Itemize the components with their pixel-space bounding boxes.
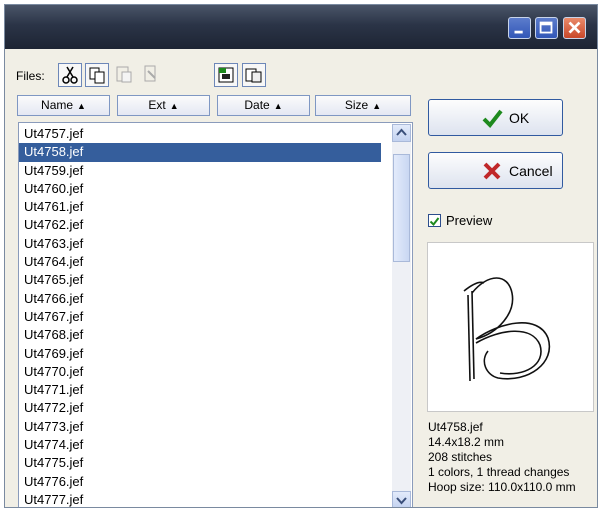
cut-icon <box>62 66 78 84</box>
list-item[interactable]: Ut4771.jef <box>19 381 381 399</box>
preview-info: Ut4758.jef 14.4x18.2 mm 208 stitches 1 c… <box>428 420 576 495</box>
scroll-up-button[interactable] <box>392 124 411 142</box>
x-mark-icon <box>483 162 501 180</box>
cancel-label: Cancel <box>509 163 553 179</box>
paste-button[interactable] <box>113 63 137 87</box>
info-colors: 1 colors, 1 thread changes <box>428 465 570 479</box>
list-item[interactable]: Ut4766.jef <box>19 290 381 308</box>
column-header-date[interactable]: Date ▲ <box>217 95 310 116</box>
column-header-ext[interactable]: Ext ▲ <box>117 95 210 116</box>
list-item[interactable]: Ut4768.jef <box>19 326 381 344</box>
embroidery-design-image <box>463 277 551 382</box>
chevron-up-icon <box>396 128 407 136</box>
list-item[interactable]: Ut4774.jef <box>19 436 381 454</box>
list-item[interactable]: Ut4776.jef <box>19 473 381 491</box>
vertical-scrollbar[interactable] <box>392 124 411 507</box>
column-header-size[interactable]: Size ▲ <box>315 95 411 116</box>
list-item[interactable]: Ut4775.jef <box>19 454 381 472</box>
checkmark-icon <box>429 217 440 227</box>
sort-ascending-icon: ▲ <box>169 101 179 111</box>
sort-ascending-icon: ▲ <box>372 101 382 111</box>
minimize-icon <box>514 30 523 34</box>
paste-icon <box>116 66 132 83</box>
rename-icon <box>144 65 156 82</box>
copy-icon <box>89 67 105 84</box>
files-label: Files: <box>16 69 45 83</box>
list-item[interactable]: Ut4761.jef <box>19 198 381 216</box>
list-item[interactable]: Ut4763.jef <box>19 235 381 253</box>
embroidery-view-icon <box>218 67 234 83</box>
chevron-down-icon <box>396 497 407 505</box>
list-item[interactable]: Ut4762.jef <box>19 216 381 234</box>
embroidery-view-button[interactable] <box>214 63 238 87</box>
list-item[interactable]: Ut4759.jef <box>19 162 381 180</box>
scroll-down-button[interactable] <box>392 491 411 507</box>
minimize-button[interactable] <box>508 17 531 39</box>
list-item[interactable]: Ut4770.jef <box>19 363 381 381</box>
sort-ascending-icon: ▲ <box>273 101 283 111</box>
info-filename: Ut4758.jef <box>428 420 483 434</box>
cancel-button[interactable]: Cancel <box>428 152 563 189</box>
move-file-icon <box>245 68 262 83</box>
scroll-thumb[interactable] <box>393 154 410 262</box>
copy-button[interactable] <box>85 63 109 87</box>
close-icon <box>568 21 581 34</box>
checkmark-icon <box>482 109 503 129</box>
list-item[interactable]: Ut4764.jef <box>19 253 381 271</box>
list-item[interactable]: Ut4769.jef <box>19 345 381 363</box>
move-file-button[interactable] <box>242 63 266 87</box>
title-bar[interactable] <box>5 5 597 49</box>
maximize-button[interactable] <box>535 17 558 39</box>
close-button[interactable] <box>563 17 586 39</box>
column-header-name[interactable]: Name ▲ <box>17 95 110 116</box>
list-item[interactable]: Ut4777.jef <box>19 491 381 507</box>
sort-ascending-icon: ▲ <box>77 101 86 111</box>
list-item[interactable]: Ut4772.jef <box>19 399 381 417</box>
ok-button[interactable]: OK <box>428 99 563 136</box>
embroidery-preview <box>427 242 594 412</box>
preview-label: Preview <box>446 213 493 228</box>
list-item[interactable]: Ut4758.jef <box>19 143 381 162</box>
cut-button[interactable] <box>58 63 82 87</box>
list-item[interactable]: Ut4767.jef <box>19 308 381 326</box>
file-list-items: Ut4757.jef Ut4758.jef Ut4759.jef Ut4760.jef… <box>19 125 381 507</box>
list-item[interactable]: Ut4760.jef <box>19 180 381 198</box>
info-stitches: 208 stitches <box>428 450 493 464</box>
file-list[interactable]: Ut4757.jef Ut4758.jef Ut4759.jef Ut4760.jef… <box>18 122 413 507</box>
maximize-icon <box>539 21 553 34</box>
list-item[interactable]: Ut4765.jef <box>19 271 381 289</box>
list-item[interactable]: Ut4757.jef <box>19 125 381 143</box>
info-hoop: Hoop size: 110.0x110.0 mm <box>428 480 576 494</box>
rename-button[interactable] <box>140 63 164 87</box>
checkbox[interactable] <box>428 214 441 227</box>
list-item[interactable]: Ut4773.jef <box>19 418 381 436</box>
column-headers: Name ▲ Ext ▲ Date ▲ Size ▲ <box>17 95 412 117</box>
ok-label: OK <box>509 110 530 126</box>
file-open-dialog: Files: Name ▲ Ext ▲ Date ▲ Size ▲ Ut4757.jef… <box>4 4 598 508</box>
info-dimensions: 14.4x18.2 mm <box>428 435 505 449</box>
